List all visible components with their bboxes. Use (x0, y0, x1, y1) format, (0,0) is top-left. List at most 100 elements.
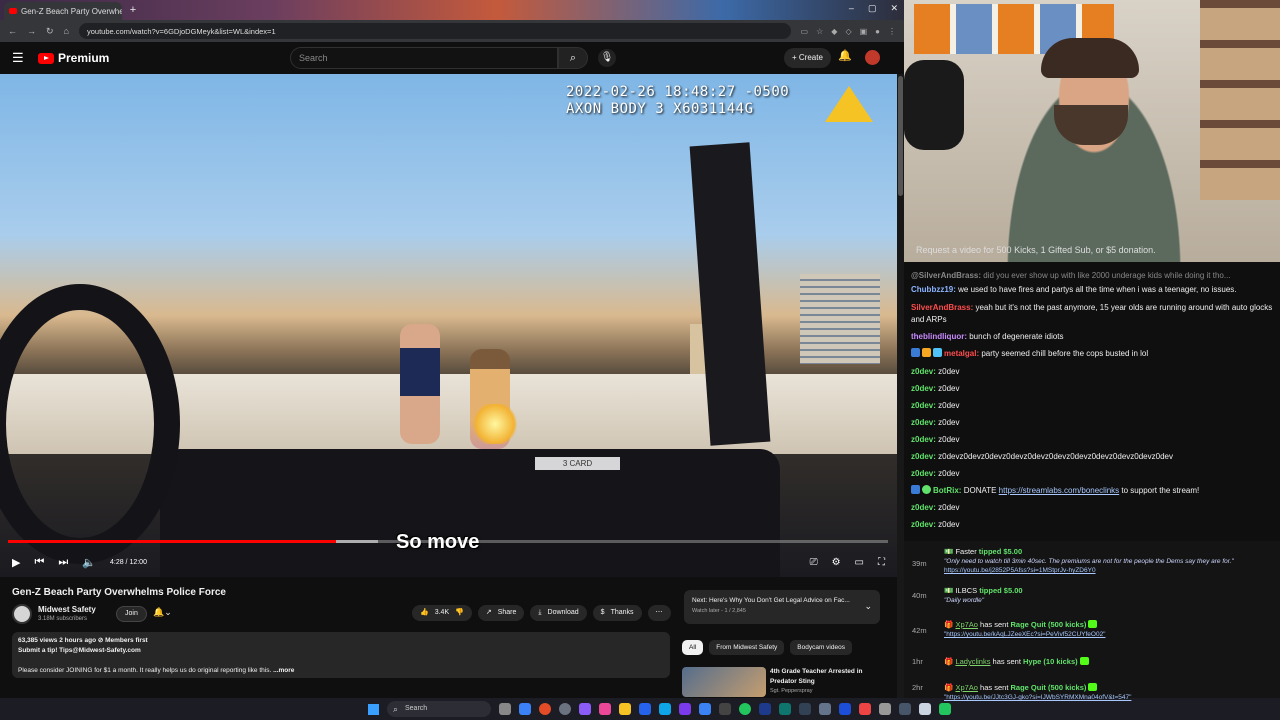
app-icon[interactable] (699, 703, 711, 715)
previous-icon[interactable]: ⏮ (34, 556, 44, 569)
taskbar-search[interactable]: Search (387, 701, 491, 717)
tip-icon: 💵 (944, 586, 954, 595)
extension-icon[interactable]: ◆ (831, 27, 837, 36)
chip-all[interactable]: All (682, 640, 704, 655)
app-icon[interactable] (679, 703, 691, 715)
channel-avatar[interactable] (12, 604, 32, 624)
app-icon[interactable] (559, 703, 571, 715)
play-icon[interactable]: ▶ (12, 556, 20, 569)
forward-icon[interactable]: → (27, 26, 36, 36)
minimize-icon[interactable]: – (849, 3, 854, 14)
recommended-thumbnail[interactable] (682, 667, 766, 697)
badge-icon (922, 348, 931, 357)
more-actions-button[interactable]: ⋯ (647, 605, 671, 621)
chat-link[interactable]: https://streamlabs.com/boneclinks (999, 486, 1120, 495)
video-scene-building (800, 274, 880, 364)
settings-gear-icon[interactable]: ⚙ (832, 557, 841, 568)
recommended-title[interactable]: 4th Grade Teacher Arrested in Predator S… (770, 667, 880, 687)
bodycam-timestamp: 2022-02-26 18:48:27 -0500 AXON BODY 3 X6… (566, 84, 790, 117)
recommended-channel: Sgt. Pepperspray (770, 688, 813, 694)
chat-panel: @SilverAndBrass: did you ever show up wi… (904, 262, 1280, 536)
app-icon[interactable] (839, 703, 851, 715)
extension-icon[interactable]: ▣ (860, 27, 868, 36)
chrome-icon[interactable] (539, 703, 551, 715)
browser-tab[interactable]: Gen-Z Beach Party Overwhelm × (4, 2, 122, 20)
file-explorer-icon[interactable] (619, 703, 631, 715)
app-icon[interactable] (939, 703, 951, 715)
video-player[interactable]: 3 CARD 2022-02-26 18:48:27 -0500 AXON BO… (0, 74, 897, 577)
volume-icon[interactable]: 🔈 (82, 556, 96, 569)
new-tab-button[interactable]: + (127, 4, 139, 16)
join-button[interactable]: Join (116, 606, 147, 622)
app-icon[interactable] (759, 703, 771, 715)
kebab-menu-icon[interactable]: ⋮ (888, 27, 896, 36)
microphone-icon[interactable]: 🎙 (598, 49, 616, 67)
chat-message: z0dev: z0dev (911, 384, 960, 393)
chip-from-channel[interactable]: From Midwest Safety (709, 640, 785, 655)
app-icon[interactable] (779, 703, 791, 715)
spotify-icon[interactable] (739, 703, 751, 715)
app-icon[interactable] (859, 703, 871, 715)
next-icon[interactable]: ⏭ (58, 556, 68, 569)
captions-icon[interactable]: ⎚ (810, 557, 818, 568)
video-scene-person (400, 324, 440, 444)
task-view-icon[interactable] (499, 703, 511, 715)
app-icon[interactable] (659, 703, 671, 715)
profile-icon[interactable]: ● (875, 27, 880, 36)
subscription-bell-icon[interactable]: 🔔⌄ (153, 607, 172, 618)
app-icon[interactable] (919, 703, 931, 715)
app-icon[interactable] (519, 703, 531, 715)
youtube-favicon-icon (9, 8, 17, 14)
next-in-playlist[interactable]: Next: Here's Why You Don't Get Legal Adv… (684, 590, 880, 624)
tab-title: Gen-Z Beach Party Overwhelm (21, 6, 122, 16)
fullscreen-icon[interactable]: ⛶ (878, 557, 885, 568)
app-icon[interactable] (719, 703, 731, 715)
windows-start-icon[interactable]: ⊞ (368, 703, 379, 715)
scrollbar-thumb[interactable] (898, 76, 903, 196)
close-window-icon[interactable]: ✕ (890, 3, 898, 14)
cast-icon[interactable]: ▭ (801, 27, 809, 36)
app-icon[interactable] (879, 703, 891, 715)
app-icon[interactable] (599, 703, 611, 715)
app-icon[interactable] (819, 703, 831, 715)
thumbs-down-icon[interactable]: 👎 (455, 605, 464, 621)
video-scene-steering-wheel (0, 284, 180, 564)
app-icon[interactable] (799, 703, 811, 715)
download-button[interactable]: ⤓ Download (530, 605, 587, 621)
time-display: 4:28 / 12:00 (109, 558, 147, 566)
badge-icon (933, 348, 942, 357)
thanks-button[interactable]: $ Thanks (592, 605, 642, 621)
url-field[interactable]: youtube.com/watch?v=6GDjoDGMeyk&list=WL&… (78, 23, 791, 39)
webcam-feed (904, 0, 1280, 262)
reload-icon[interactable]: ↻ (46, 26, 54, 37)
chevron-down-icon[interactable]: ⌄ (864, 601, 872, 612)
account-avatar[interactable] (865, 50, 880, 65)
bookmark-star-icon[interactable]: ☆ (816, 27, 823, 36)
search-input[interactable]: Search (290, 47, 558, 69)
search-button[interactable]: ⌕ (558, 47, 588, 69)
app-icon[interactable] (639, 703, 651, 715)
chat-message: theblindliquor: bunch of degenerate idio… (911, 332, 1064, 341)
back-icon[interactable]: ← (8, 26, 17, 36)
app-icon[interactable] (579, 703, 591, 715)
app-icon[interactable] (899, 703, 911, 715)
theater-mode-icon[interactable]: ▭ (855, 557, 864, 568)
maximize-icon[interactable]: ▢ (868, 3, 877, 14)
show-more-link[interactable]: ...more (273, 667, 294, 674)
description-box[interactable]: 63,385 views 2 hours ago ⊘ Members first… (12, 632, 670, 678)
extension-icon[interactable]: ◇ (845, 27, 851, 36)
home-icon[interactable]: ⌂ (64, 26, 69, 36)
progress-bar[interactable] (8, 540, 888, 543)
channel-name[interactable]: Midwest Safety (38, 605, 96, 614)
chat-message: z0dev: z0dev (911, 367, 960, 376)
youtube-logo[interactable]: Premium (38, 51, 109, 65)
chip-bodycam[interactable]: Bodycam videos (790, 640, 852, 655)
hamburger-menu-icon[interactable]: ☰ (12, 50, 32, 66)
views-line: 63,385 views 2 hours ago ⊘ Members first (18, 637, 148, 644)
page-scrollbar[interactable] (897, 74, 904, 700)
like-button[interactable]: 👍 3.4K 👎 (412, 605, 472, 621)
notifications-bell-icon[interactable]: 🔔 (838, 49, 852, 62)
share-button[interactable]: ↗ Share (477, 605, 525, 621)
create-button[interactable]: + Create (784, 48, 831, 68)
chat-message: z0dev: z0devz0devz0devz0devz0devz0devz0d… (911, 452, 1173, 461)
